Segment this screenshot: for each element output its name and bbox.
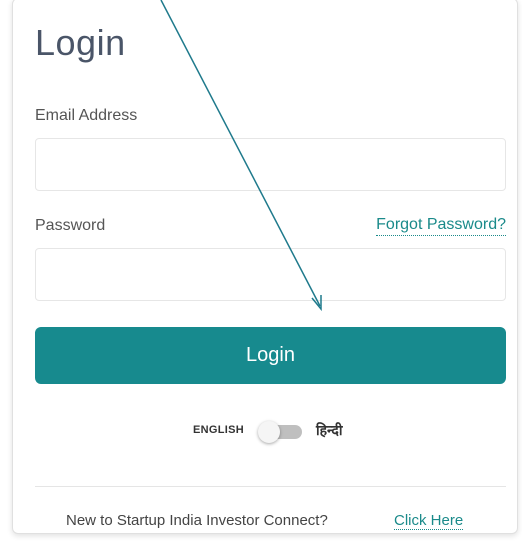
language-toggle-row: ENGLISH हिन्दी — [0, 418, 522, 443]
signup-prompt: New to Startup India Investor Connect? — [66, 512, 328, 529]
language-toggle-switch[interactable] — [258, 421, 302, 443]
divider — [35, 486, 506, 487]
language-hindi-label: हिन्दी — [316, 422, 343, 438]
login-button[interactable]: Login — [35, 327, 506, 384]
password-label: Password — [35, 217, 106, 234]
toggle-knob — [258, 421, 280, 443]
password-field[interactable] — [35, 248, 506, 301]
forgot-password-link[interactable]: Forgot Password? — [376, 216, 506, 236]
email-field[interactable] — [35, 138, 506, 191]
signup-link[interactable]: Click Here — [394, 512, 464, 530]
language-english-label: ENGLISH — [193, 424, 244, 436]
email-label: Email Address — [35, 107, 138, 124]
page-title: Login — [35, 22, 126, 63]
